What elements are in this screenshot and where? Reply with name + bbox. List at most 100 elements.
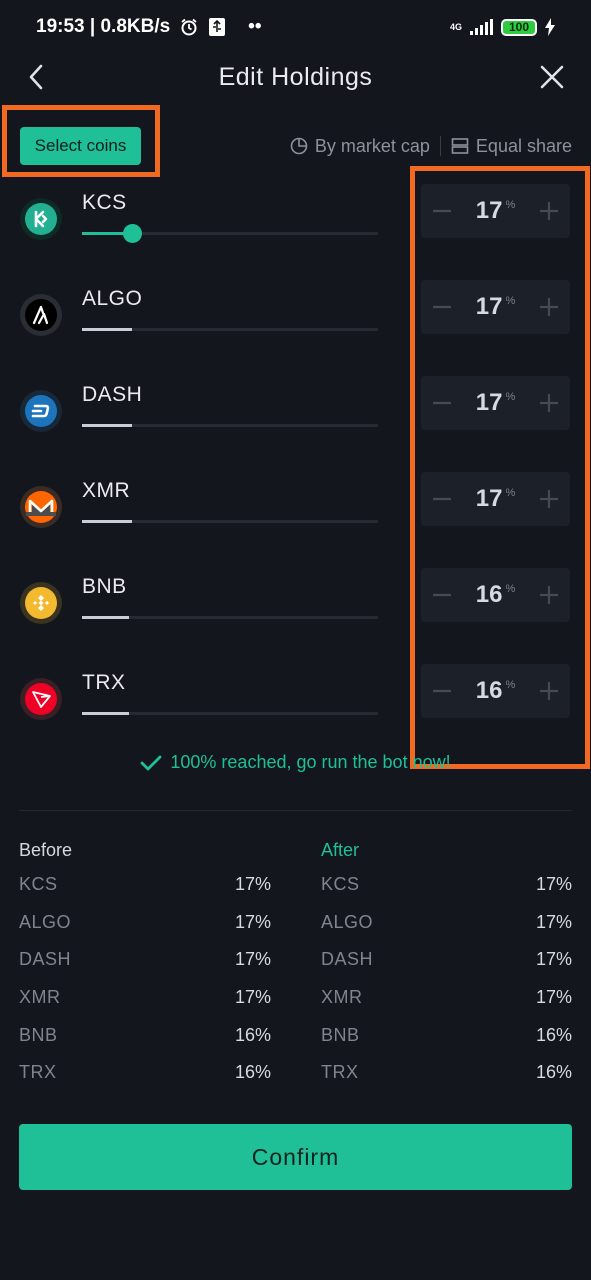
decrement-button[interactable] — [429, 582, 455, 608]
battery-icon: 100 — [501, 18, 537, 36]
kcs-icon — [20, 198, 62, 240]
chevron-left-icon — [29, 64, 43, 90]
close-icon — [540, 65, 564, 89]
slider-fill — [82, 424, 132, 427]
allocation-value[interactable]: 17% — [476, 485, 515, 513]
slider-fill — [82, 712, 129, 715]
allocation-value[interactable]: 16% — [476, 581, 515, 609]
allocation-number: 17 — [475, 197, 503, 224]
allocation-slider[interactable] — [82, 712, 378, 715]
coin-percent: 16% — [234, 1024, 271, 1045]
plus-icon — [539, 490, 558, 508]
percent-unit: % — [505, 391, 516, 403]
increment-button[interactable] — [536, 486, 562, 512]
decrement-button[interactable] — [429, 486, 455, 512]
allocation-stepper: 16% — [421, 568, 570, 622]
slider-fill — [82, 616, 129, 619]
list-item: DASH 17% — [19, 941, 271, 979]
header: Edit Holdings — [0, 54, 591, 100]
plus-icon — [539, 202, 558, 220]
percent-unit: % — [505, 199, 516, 211]
allocation-slider[interactable] — [82, 616, 378, 619]
increment-button[interactable] — [536, 390, 562, 416]
coin-percent: 17% — [535, 911, 572, 932]
back-button[interactable] — [22, 62, 52, 92]
coin-symbol: DASH — [82, 383, 143, 406]
coin-row-kcs: KCS 17% — [0, 184, 591, 258]
allocation-value[interactable]: 16% — [476, 677, 515, 705]
increment-button[interactable] — [536, 294, 562, 320]
after-heading: After — [321, 840, 360, 860]
allocation-stepper: 17% — [421, 280, 570, 334]
alarm-icon — [181, 18, 197, 36]
allocation-stepper: 16% — [421, 664, 570, 718]
minus-icon — [433, 497, 451, 501]
coin-percent: 16% — [234, 1062, 271, 1083]
slider-fill — [82, 520, 132, 523]
equal-share-button[interactable]: Equal share — [451, 136, 572, 157]
decrement-button[interactable] — [429, 198, 455, 224]
page-title: Edit Holdings — [218, 62, 373, 91]
coin-symbol: BNB — [19, 1024, 58, 1045]
status-time: 19:53 | 0.8KB/s — [36, 16, 171, 37]
usb-icon — [209, 18, 226, 36]
coin-percent: 17% — [234, 874, 271, 895]
coin-symbol: BNB — [82, 575, 127, 598]
decrement-button[interactable] — [429, 678, 455, 704]
coin-symbol: ALGO — [82, 287, 143, 310]
slider-fill — [82, 328, 132, 331]
coin-percent: 17% — [535, 949, 572, 970]
minus-icon — [433, 305, 451, 309]
battery-level: 100 — [508, 20, 530, 34]
completion-text: 100% reached, go run the bot now! — [170, 752, 451, 772]
select-coins-highlight: Select coins — [2, 105, 160, 177]
allocation-number: 17 — [475, 293, 503, 320]
allocation-number: 16 — [475, 677, 503, 704]
allocation-number: 17 — [475, 389, 503, 416]
confirm-button[interactable]: Confirm — [19, 1124, 572, 1190]
select-coins-button[interactable]: Select coins — [20, 127, 141, 165]
allocation-number: 17 — [475, 485, 503, 512]
allocation-slider[interactable] — [82, 520, 378, 523]
increment-button[interactable] — [536, 198, 562, 224]
percent-unit: % — [505, 679, 516, 691]
percent-unit: % — [505, 295, 516, 307]
bnb-icon — [20, 582, 62, 624]
check-icon — [140, 755, 162, 770]
by-market-cap-button[interactable]: By market cap — [290, 136, 430, 157]
coin-percent: 16% — [535, 1062, 572, 1083]
decrement-button[interactable] — [429, 294, 455, 320]
allocation-stepper: 17% — [421, 472, 570, 526]
coin-row-xmr: XMR 17% — [0, 472, 591, 546]
percent-unit: % — [505, 583, 516, 595]
increment-button[interactable] — [536, 678, 562, 704]
signal-icon — [470, 19, 493, 35]
decrement-button[interactable] — [429, 390, 455, 416]
slider-knob[interactable] — [123, 224, 142, 243]
allocation-slider[interactable] — [82, 328, 378, 331]
allocation-value[interactable]: 17% — [476, 293, 515, 321]
list-item: TRX 16% — [19, 1054, 271, 1092]
percent-unit: % — [505, 487, 516, 499]
list-item: DASH 17% — [321, 941, 572, 979]
close-button[interactable] — [537, 62, 567, 92]
network-label: 4G — [449, 21, 462, 32]
increment-button[interactable] — [536, 582, 562, 608]
equal-share-label: Equal share — [475, 135, 572, 156]
trx-icon — [20, 678, 62, 720]
after-column: After KCS 17% ALGO 17% DASH 17% XMR 17% BNB 1… — [321, 840, 572, 1092]
allocation-value[interactable]: 17% — [476, 197, 515, 225]
coin-symbol: DASH — [321, 949, 374, 970]
minus-icon — [433, 401, 451, 405]
coin-symbol: TRX — [82, 671, 126, 694]
pie-chart-icon — [290, 137, 308, 155]
coin-percent: 17% — [234, 949, 271, 970]
before-column: Before KCS 17% ALGO 17% DASH 17% XMR 17% BNB… — [19, 840, 271, 1092]
allocation-value[interactable]: 17% — [476, 389, 515, 417]
list-item: TRX 16% — [321, 1054, 572, 1092]
by-market-cap-label: By market cap — [314, 135, 430, 156]
plus-icon — [539, 682, 558, 700]
allocation-slider[interactable] — [82, 224, 378, 243]
allocation-slider[interactable] — [82, 424, 378, 427]
status-dots: •• — [248, 16, 262, 37]
